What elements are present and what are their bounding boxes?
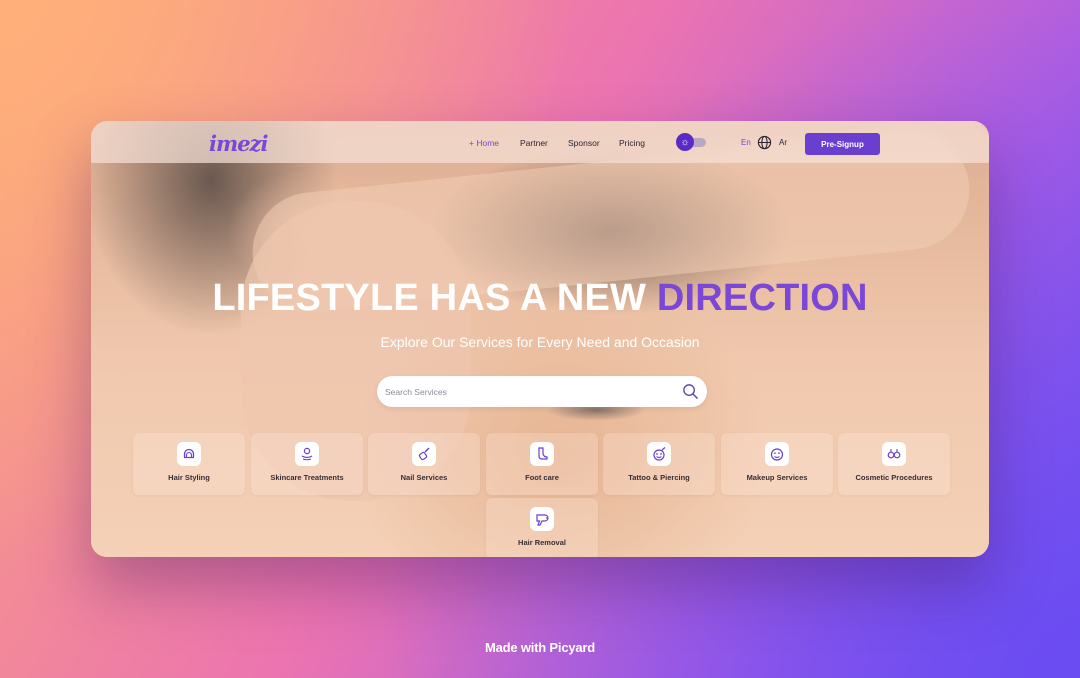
language-en[interactable]: En bbox=[741, 138, 751, 147]
globe-icon[interactable] bbox=[757, 135, 772, 150]
pre-signup-button[interactable]: Pre-Signup bbox=[805, 133, 880, 155]
theme-toggle[interactable]: ☼ bbox=[676, 133, 706, 151]
nav-sponsor-link[interactable]: Sponsor bbox=[568, 138, 600, 148]
skincare-icon bbox=[295, 442, 319, 466]
service-card-nail[interactable]: Nail Services bbox=[368, 433, 480, 495]
top-navbar: imezi + Home Partner Sponsor Pricing ☼ E… bbox=[91, 121, 989, 163]
made-with-credit: Made with Picyard bbox=[484, 640, 596, 655]
language-ar[interactable]: Ar bbox=[779, 138, 787, 147]
search-icon[interactable] bbox=[682, 383, 699, 400]
tattoo-icon bbox=[647, 442, 671, 466]
nail-polish-icon bbox=[412, 442, 436, 466]
service-label: Nail Services bbox=[400, 473, 448, 482]
service-card-foot-care[interactable]: Foot care bbox=[486, 433, 598, 495]
nav-partner-link[interactable]: Partner bbox=[520, 138, 548, 148]
service-label: Cosmetic Procedures bbox=[855, 473, 933, 482]
nav-home-link[interactable]: + Home bbox=[469, 138, 499, 148]
service-label: Makeup Services bbox=[746, 473, 808, 482]
service-card-hair-styling[interactable]: Hair Styling bbox=[133, 433, 245, 495]
service-card-cosmetic[interactable]: Cosmetic Procedures bbox=[838, 433, 950, 495]
cosmetic-icon bbox=[882, 442, 906, 466]
brand-logo[interactable]: imezi bbox=[209, 131, 268, 156]
hair-styling-icon bbox=[177, 442, 201, 466]
foot-icon bbox=[530, 442, 554, 466]
service-label: Skincare Treatments bbox=[270, 473, 344, 482]
hero-headline: LIFESTYLE HAS A NEW DIRECTION bbox=[212, 277, 868, 319]
search-input[interactable] bbox=[385, 382, 665, 401]
hair-removal-icon bbox=[530, 507, 554, 531]
search-bar bbox=[377, 376, 707, 407]
makeup-icon bbox=[765, 442, 789, 466]
service-card-hair-removal[interactable]: Hair Removal bbox=[486, 498, 598, 557]
hero-subtitle: Explore Our Services for Every Need and … bbox=[380, 334, 700, 350]
app-window: imezi + Home Partner Sponsor Pricing ☼ E… bbox=[91, 121, 989, 557]
service-card-tattoo[interactable]: Tattoo & Piercing bbox=[603, 433, 715, 495]
service-label: Hair Styling bbox=[168, 473, 210, 482]
service-card-skincare[interactable]: Skincare Treatments bbox=[251, 433, 363, 495]
nav-pricing-link[interactable]: Pricing bbox=[619, 138, 645, 148]
service-card-makeup[interactable]: Makeup Services bbox=[721, 433, 833, 495]
service-label: Foot care bbox=[525, 473, 559, 482]
service-label: Hair Removal bbox=[518, 538, 566, 547]
service-label: Tattoo & Piercing bbox=[628, 473, 690, 482]
sun-icon: ☼ bbox=[676, 133, 694, 151]
